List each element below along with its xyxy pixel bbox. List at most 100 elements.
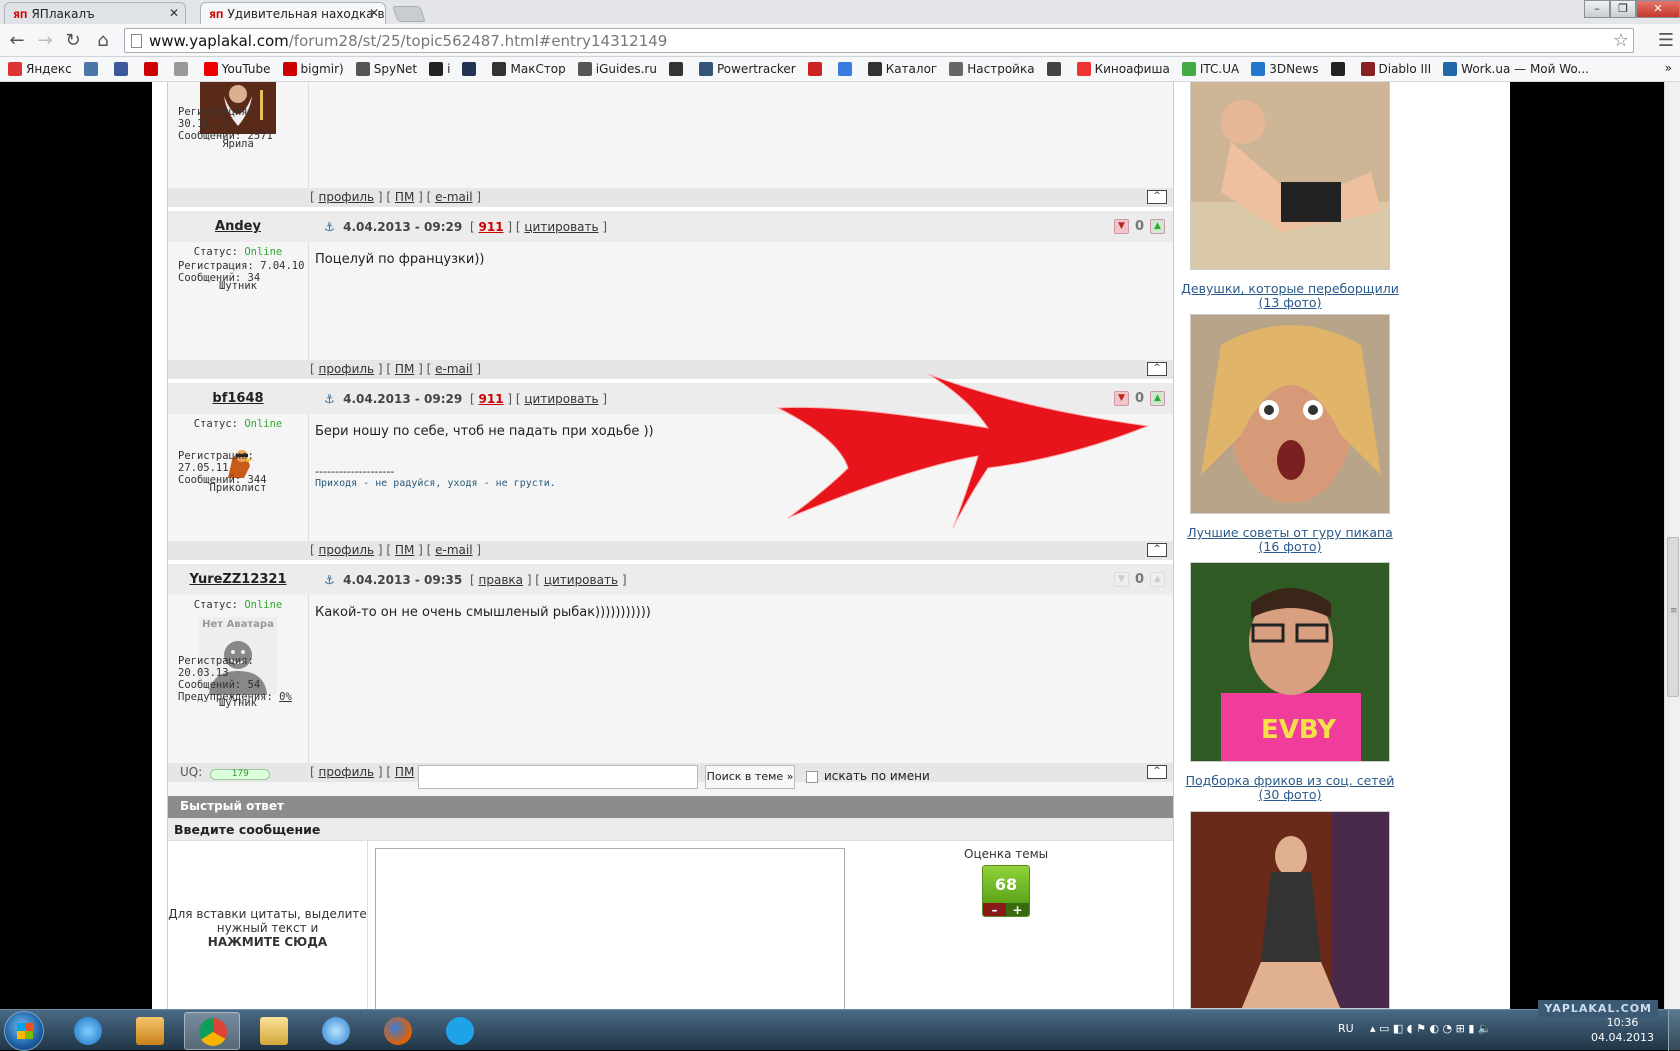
bookmark-item[interactable] bbox=[837, 62, 856, 76]
explorer-taskbar-icon[interactable] bbox=[246, 1012, 302, 1050]
language-indicator[interactable]: RU bbox=[1338, 1022, 1354, 1035]
bookmark-item[interactable] bbox=[462, 62, 480, 76]
promo-caption[interactable]: Подборка фриков из соц. сетей (30 фото) bbox=[1180, 774, 1400, 802]
promo-caption-count[interactable]: (13 фото) bbox=[1180, 296, 1400, 310]
forward-icon[interactable]: → bbox=[34, 30, 56, 52]
bookmark-item[interactable]: Настройка bbox=[949, 62, 1035, 76]
close-tab-icon[interactable]: ✕ bbox=[169, 6, 179, 20]
quote-link[interactable]: цитировать bbox=[524, 220, 598, 234]
scroll-top-button[interactable]: ^ bbox=[1147, 190, 1167, 204]
bookmark-item[interactable] bbox=[807, 62, 826, 76]
quote-link[interactable]: цитировать bbox=[524, 392, 598, 406]
topic-search-button[interactable]: Поиск в теме » bbox=[705, 765, 795, 789]
promo-image[interactable] bbox=[1190, 314, 1390, 514]
edit-link[interactable]: правка bbox=[479, 573, 524, 587]
bookmark-item[interactable]: МакСтор bbox=[492, 62, 566, 76]
bookmark-item[interactable] bbox=[143, 62, 162, 76]
page-scrollbar[interactable] bbox=[1664, 82, 1680, 1009]
close-window-icon[interactable]: ✕ bbox=[1636, 0, 1680, 18]
home-icon[interactable]: ⌂ bbox=[92, 30, 114, 52]
promo-image[interactable] bbox=[1190, 811, 1390, 1009]
bookmark-item[interactable]: bigmir) bbox=[282, 62, 344, 76]
bookmark-item[interactable]: Powertracker bbox=[698, 62, 796, 76]
bookmark-star-icon[interactable]: ☆ bbox=[1613, 30, 1629, 51]
clock[interactable]: 10:36 04.04.2013 bbox=[1591, 1015, 1654, 1045]
reply-textarea[interactable] bbox=[375, 848, 845, 1009]
bookmark-item[interactable] bbox=[1330, 62, 1349, 76]
quote-insert-link[interactable]: НАЖМИТЕ СЮДА bbox=[168, 935, 367, 949]
bookmark-item[interactable] bbox=[113, 62, 132, 76]
media-taskbar-icon[interactable] bbox=[122, 1012, 178, 1050]
warns-link[interactable]: 0% bbox=[279, 691, 292, 703]
topic-search-input[interactable] bbox=[418, 765, 698, 789]
bookmark-item[interactable]: ITC.UA bbox=[1181, 62, 1239, 76]
scroll-top-button[interactable]: ^ bbox=[1147, 543, 1167, 557]
chrome-taskbar-icon[interactable] bbox=[184, 1012, 240, 1050]
scrollbar-thumb[interactable] bbox=[1667, 537, 1679, 697]
bookmark-item[interactable]: YouTube bbox=[203, 62, 271, 76]
new-tab-button[interactable] bbox=[392, 6, 426, 22]
start-button[interactable] bbox=[4, 1011, 44, 1051]
search-by-name-checkbox[interactable] bbox=[806, 771, 818, 783]
pm-link[interactable]: ПМ bbox=[395, 190, 414, 204]
post-author-link[interactable]: YureZZ12321 bbox=[168, 572, 308, 587]
email-link[interactable]: e-mail bbox=[435, 362, 472, 376]
bookmark-item[interactable]: Яндекс bbox=[8, 62, 72, 76]
tab-yaplakal[interactable]: ЯП ЯПлакалъ ✕ bbox=[4, 2, 186, 24]
promo-caption-count[interactable]: (16 фото) bbox=[1180, 540, 1400, 554]
promo-image[interactable] bbox=[1190, 82, 1390, 270]
show-desktop-button[interactable] bbox=[1668, 1010, 1680, 1051]
address-bar[interactable]: www.yaplakal.com/forum28/st/25/topic5624… bbox=[124, 28, 1634, 53]
minimize-icon[interactable]: – bbox=[1584, 0, 1610, 18]
promo-caption-line[interactable]: Девушки, которые переборщили bbox=[1180, 282, 1400, 296]
profile-link[interactable]: профиль bbox=[319, 362, 375, 376]
restore-icon[interactable]: ❐ bbox=[1610, 0, 1636, 18]
back-icon[interactable]: ← bbox=[6, 30, 28, 52]
bookmark-item[interactable]: i bbox=[429, 62, 450, 76]
close-tab-icon[interactable]: ✕ bbox=[369, 6, 379, 20]
promo-item[interactable]: EVBY Подборка фриков из соц. сетей (30 фо… bbox=[1180, 562, 1400, 802]
post-author-link[interactable]: bf1648 bbox=[168, 391, 308, 406]
bookmark-item[interactable] bbox=[83, 62, 102, 76]
promo-caption[interactable]: Девушки, которые переборщили (13 фото) bbox=[1180, 282, 1400, 310]
pm-link[interactable]: ПМ bbox=[395, 543, 414, 557]
thumb-up-icon[interactable]: ▲ bbox=[1150, 219, 1165, 234]
quote-link[interactable]: цитировать bbox=[544, 573, 618, 587]
report-link[interactable]: 911 bbox=[479, 392, 504, 406]
bookmark-item[interactable]: iGuides.ru bbox=[577, 62, 657, 76]
post-author-link[interactable]: Andey bbox=[168, 219, 308, 234]
skype-taskbar-icon[interactable] bbox=[432, 1012, 488, 1050]
bookmark-item[interactable]: Каталог bbox=[867, 62, 937, 76]
pm-link[interactable]: ПМ bbox=[395, 362, 414, 376]
promo-caption-count[interactable]: (30 фото) bbox=[1180, 788, 1400, 802]
bookmark-item[interactable]: SpyNet bbox=[355, 62, 417, 76]
tab-current-topic[interactable]: ЯП Удивительная находка в с ✕ bbox=[200, 2, 386, 24]
profile-link[interactable]: профиль bbox=[319, 190, 375, 204]
menu-icon[interactable]: ☰ bbox=[1658, 30, 1674, 51]
promo-item[interactable]: Девушки, которые переборщили (13 фото) bbox=[1180, 82, 1400, 310]
anchor-icon[interactable]: ⚓ bbox=[324, 573, 335, 587]
promo-caption-line[interactable]: Подборка фриков из соц. сетей bbox=[1180, 774, 1400, 788]
promo-caption-line[interactable]: Лучшие советы от гуру пикапа bbox=[1180, 526, 1400, 540]
promo-image[interactable]: EVBY bbox=[1190, 562, 1390, 762]
email-link[interactable]: e-mail bbox=[435, 190, 472, 204]
firefox-taskbar-icon[interactable] bbox=[370, 1012, 426, 1050]
bookmark-item[interactable]: Киноафиша bbox=[1076, 62, 1170, 76]
promo-item[interactable]: Лучшие советы от гуру пикапа (16 фото) bbox=[1180, 314, 1400, 554]
rating-plus-button[interactable]: + bbox=[1006, 903, 1029, 916]
bookmarks-overflow-icon[interactable]: » bbox=[1665, 61, 1672, 75]
bookmark-item[interactable]: 3DNews bbox=[1251, 62, 1319, 76]
bookmark-item[interactable]: Work.ua — Мой Wo... bbox=[1443, 62, 1589, 76]
email-link[interactable]: e-mail bbox=[435, 543, 472, 557]
bookmark-item[interactable] bbox=[173, 62, 192, 76]
reload-icon[interactable]: ↻ bbox=[62, 30, 84, 52]
bookmark-item[interactable] bbox=[668, 62, 687, 76]
bookmark-item[interactable] bbox=[1046, 62, 1065, 76]
report-link[interactable]: 911 bbox=[479, 220, 504, 234]
thumb-down-icon[interactable]: ▼ bbox=[1113, 219, 1129, 234]
ie-taskbar-icon[interactable] bbox=[60, 1012, 116, 1050]
profile-link[interactable]: профиль bbox=[319, 543, 375, 557]
anchor-icon[interactable]: ⚓ bbox=[324, 220, 335, 234]
bookmark-item[interactable]: Diablo III bbox=[1360, 62, 1431, 76]
anchor-icon[interactable]: ⚓ bbox=[324, 392, 335, 406]
